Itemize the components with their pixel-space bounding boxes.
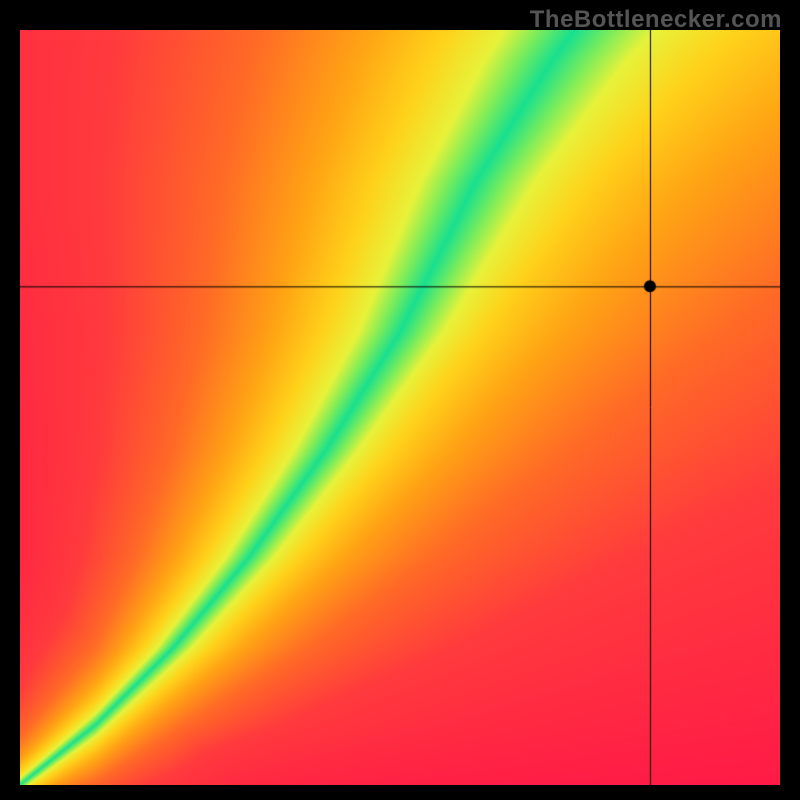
- bottleneck-heatmap: [20, 30, 780, 785]
- watermark: TheBottlenecker.com: [530, 6, 782, 34]
- chart-container: TheBottlenecker.com: [0, 0, 800, 800]
